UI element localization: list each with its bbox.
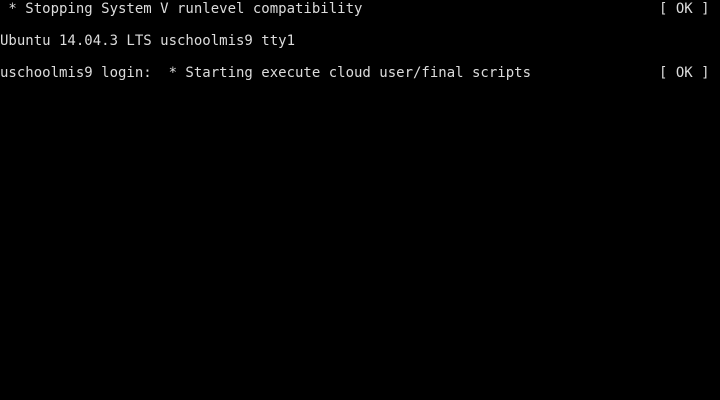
boot-message-text: * Stopping System V runlevel compatibili… <box>0 1 363 17</box>
system-banner-line: Ubuntu 14.04.3 LTS uschoolmis9 tty1 <box>0 33 720 49</box>
system-banner-text: Ubuntu 14.04.3 LTS uschoolmis9 tty1 <box>0 33 296 49</box>
login-prompt-text[interactable]: uschoolmis9 login: * Starting execute cl… <box>0 65 531 81</box>
login-prompt-line[interactable]: uschoolmis9 login: * Starting execute cl… <box>0 65 720 81</box>
ok-status: [ OK ] <box>659 65 710 81</box>
boot-message-line: * Stopping System V runlevel compatibili… <box>0 1 720 17</box>
tty-console[interactable]: * Stopping System V runlevel compatibili… <box>0 0 720 400</box>
ok-status: [ OK ] <box>659 1 710 17</box>
